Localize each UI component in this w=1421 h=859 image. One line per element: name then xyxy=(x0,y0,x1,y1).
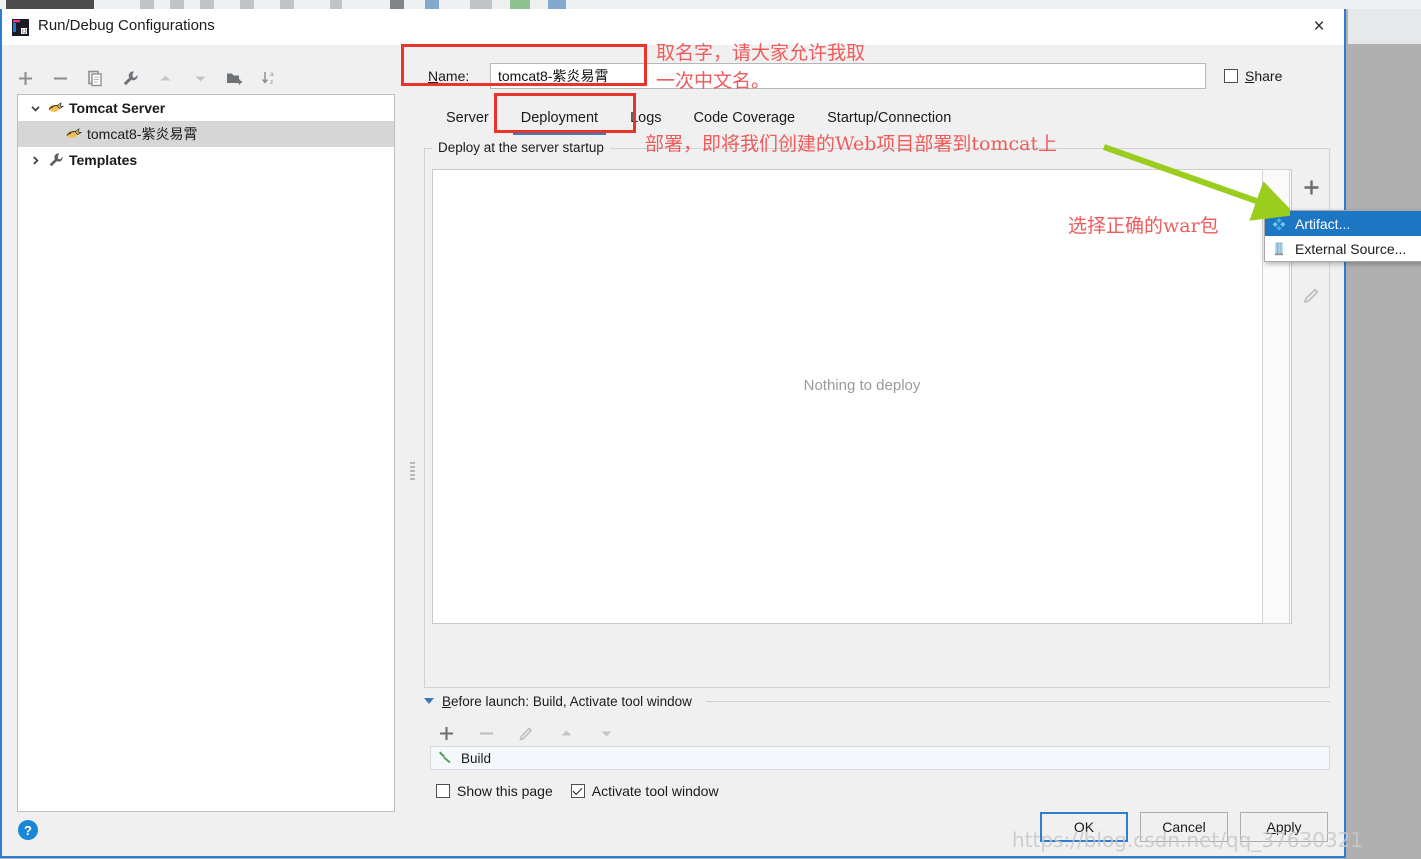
activate-tool-window-label: Activate tool window xyxy=(591,783,719,799)
before-launch-rule xyxy=(705,700,1330,702)
tree-item-label: tomcat8-紫炎易霄 xyxy=(87,126,198,142)
add-artifact-button[interactable] xyxy=(1292,169,1330,205)
svg-text:a: a xyxy=(270,71,274,78)
collapse-triangle-icon[interactable] xyxy=(424,698,434,704)
name-row: Name: Share xyxy=(428,61,1330,91)
dialog-footer: OK Cancel Apply xyxy=(1040,812,1328,842)
tomcat-icon xyxy=(46,101,66,115)
ide-background-canvas xyxy=(1348,44,1421,859)
menu-item-artifact[interactable]: Artifact... xyxy=(1265,211,1421,236)
cancel-button[interactable]: Cancel xyxy=(1140,812,1228,842)
share-checkbox[interactable]: Share xyxy=(1206,68,1330,84)
before-launch-task-row[interactable]: Build xyxy=(430,746,1330,770)
build-hammer-icon xyxy=(438,749,453,767)
before-launch-task-label: Build xyxy=(461,750,492,766)
activate-tool-window-box[interactable] xyxy=(570,784,585,798)
sidebar-toolbar: a z xyxy=(14,63,294,93)
plus-icon[interactable] xyxy=(14,67,36,89)
empty-state-text: Nothing to deploy xyxy=(803,377,921,394)
external-source-icon xyxy=(1271,241,1287,257)
share-label: Share xyxy=(1245,68,1283,84)
tab-logs[interactable]: Logs xyxy=(614,106,677,135)
edit-task-button xyxy=(516,723,536,743)
dialog-title: Run/Debug Configurations xyxy=(38,17,215,34)
remove-task-button xyxy=(476,723,496,743)
before-launch-options: Show this page Activate tool window xyxy=(436,780,719,802)
activate-tool-window-checkbox[interactable]: Activate tool window xyxy=(570,783,719,799)
add-deployment-popup-menu[interactable]: Artifact... External Source... xyxy=(1264,210,1421,262)
artifact-icon xyxy=(1271,216,1287,232)
tab-deployment[interactable]: Deployment xyxy=(505,106,614,135)
copy-icon[interactable] xyxy=(84,67,106,89)
before-launch-toolbar xyxy=(436,719,616,747)
before-launch-header: Before launch: Build, Activate tool wind… xyxy=(424,691,1330,711)
folder-add-icon[interactable] xyxy=(224,67,246,89)
tree-item-tomcat-server[interactable]: Tomcat Server xyxy=(18,95,394,121)
chevron-right-icon[interactable] xyxy=(24,155,46,166)
wrench-icon[interactable] xyxy=(119,67,141,89)
close-icon[interactable]: × xyxy=(1304,13,1334,41)
name-label: Name: xyxy=(428,68,470,84)
show-this-page-checkbox[interactable]: Show this page xyxy=(436,783,553,799)
ide-background-panel xyxy=(1348,9,1421,45)
minus-icon[interactable] xyxy=(49,67,71,89)
deployment-toolbar xyxy=(1292,169,1330,409)
move-task-up-button xyxy=(556,723,576,743)
chevron-down-icon[interactable] xyxy=(24,103,46,114)
tomcat-icon xyxy=(64,127,84,141)
configuration-detail-pane: Name: Share Server Deployment Logs Code … xyxy=(410,45,1344,856)
arrow-down-icon xyxy=(189,67,211,89)
deployment-list[interactable]: Nothing to deploy xyxy=(432,169,1292,624)
intellij-idea-icon: IJ xyxy=(12,19,29,36)
tab-server[interactable]: Server xyxy=(430,106,505,135)
apply-button[interactable]: Apply xyxy=(1240,812,1328,842)
svg-text:z: z xyxy=(270,79,273,86)
before-launch-title: Before launch: Build, Activate tool wind… xyxy=(442,693,692,709)
tab-code-coverage[interactable]: Code Coverage xyxy=(678,106,812,135)
configurations-sidebar: a z Tomcat Server tomcat8-紫炎易霄 Templates… xyxy=(2,45,415,856)
tree-item-label: Templates xyxy=(69,152,138,168)
configuration-tabs[interactable]: Server Deployment Logs Code Coverage Sta… xyxy=(430,101,1330,135)
sort-az-icon[interactable]: a z xyxy=(259,67,281,89)
move-task-down-button xyxy=(596,723,616,743)
tree-item-label: Tomcat Server xyxy=(69,100,166,116)
menu-item-external-source[interactable]: External Source... xyxy=(1265,236,1421,261)
svg-text:IJ: IJ xyxy=(22,30,27,36)
run-debug-configurations-dialog: IJ Run/Debug Configurations × a z Tomcat… xyxy=(0,9,1346,858)
wrench-icon xyxy=(46,152,66,168)
tab-startup-connection[interactable]: Startup/Connection xyxy=(811,106,967,135)
ok-button[interactable]: OK xyxy=(1040,812,1128,842)
configurations-tree[interactable]: Tomcat Server tomcat8-紫炎易霄 Templates xyxy=(17,94,395,812)
tree-item-templates[interactable]: Templates xyxy=(18,147,394,173)
menu-item-label: External Source... xyxy=(1295,240,1407,257)
add-task-button[interactable] xyxy=(436,723,456,743)
show-this-page-label: Show this page xyxy=(457,783,553,799)
share-checkbox-box[interactable] xyxy=(1224,69,1238,83)
help-icon[interactable]: ? xyxy=(18,820,38,840)
tree-item-tomcat8[interactable]: tomcat8-紫炎易霄 xyxy=(18,121,394,147)
name-input[interactable] xyxy=(490,63,1206,89)
show-this-page-box[interactable] xyxy=(436,784,450,798)
deploy-group-title: Deploy at the server startup xyxy=(432,140,610,155)
menu-item-label: Artifact... xyxy=(1295,215,1351,232)
arrow-up-icon xyxy=(154,67,176,89)
dialog-titlebar: IJ Run/Debug Configurations × xyxy=(2,9,1344,45)
edit-artifact-button xyxy=(1292,277,1330,313)
